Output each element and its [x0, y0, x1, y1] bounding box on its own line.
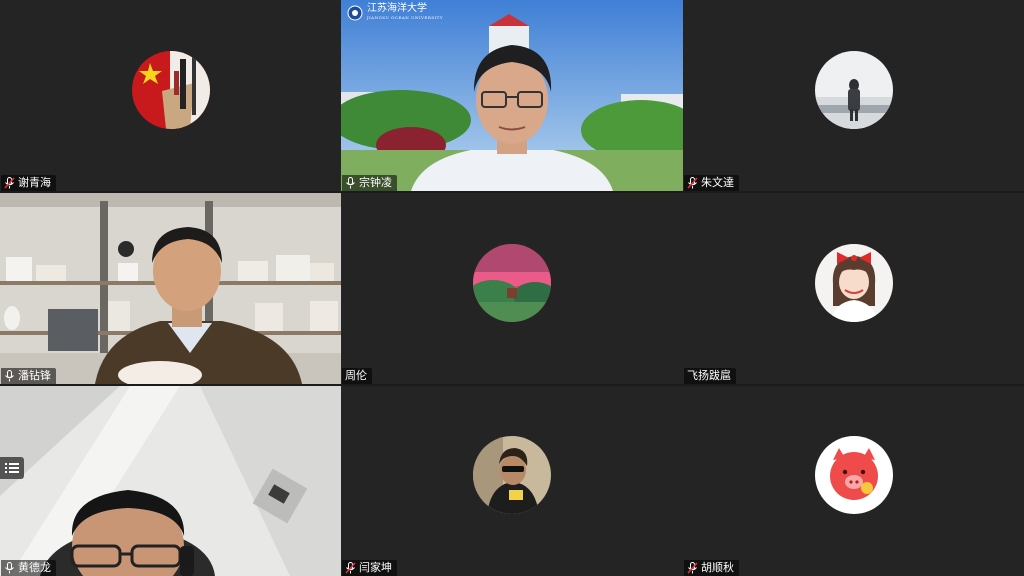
- participant-name: 谢青海: [18, 176, 51, 189]
- participant-tile-8[interactable]: 闫家坤: [341, 386, 683, 576]
- school-name: 江苏海洋大学: [367, 3, 427, 14]
- video-feed: [0, 386, 341, 576]
- microphone-muted-icon: [687, 177, 698, 189]
- participant-avatar: [814, 50, 893, 129]
- participant-name: 飞扬跋扈: [687, 369, 731, 382]
- microphone-icon: [5, 562, 14, 574]
- participant-tile-6[interactable]: 飞扬跋扈: [683, 193, 1024, 384]
- participant-name: 黄德龙: [18, 561, 51, 574]
- name-tag: 胡顺秋: [684, 560, 739, 576]
- name-tag: 朱文達: [684, 175, 739, 191]
- name-tag: 谢青海: [1, 175, 56, 191]
- school-english-name: JIANGSU OCEAN UNIVERSITY: [367, 15, 443, 20]
- name-tag: 周伦: [342, 368, 372, 384]
- school-logo-banner: 江苏海洋大学 JIANGSU OCEAN UNIVERSITY: [347, 4, 443, 22]
- participant-tile-7[interactable]: 黄德龙: [0, 386, 341, 576]
- participant-list-menu-button[interactable]: [0, 457, 24, 479]
- participant-tile-4[interactable]: 潘钻锋: [0, 193, 341, 384]
- participant-tile-1[interactable]: 谢青海: [0, 0, 341, 191]
- participant-name: 宗钟凌: [359, 176, 392, 189]
- list-menu-icon: [5, 463, 19, 473]
- participant-name: 胡顺秋: [701, 561, 734, 574]
- video-grid: 谢青海 江苏海洋大学 JIANGSU OCEAN UNIVERSITY 宗钟凌 …: [0, 0, 1024, 576]
- name-tag: 黄德龙: [1, 560, 56, 576]
- participant-tile-5[interactable]: 周伦: [341, 193, 683, 384]
- name-tag: 闫家坤: [342, 560, 397, 576]
- participant-avatar: [473, 436, 551, 515]
- participant-tile-2[interactable]: 江苏海洋大学 JIANGSU OCEAN UNIVERSITY 宗钟凌: [341, 0, 683, 191]
- video-feed: [341, 0, 683, 191]
- participant-avatar: [814, 436, 893, 515]
- microphone-muted-icon: [345, 562, 356, 574]
- participant-avatar: [131, 50, 210, 129]
- name-tag: 潘钻锋: [1, 368, 56, 384]
- participant-name: 周伦: [345, 369, 367, 382]
- participant-tile-3[interactable]: 朱文達: [683, 0, 1024, 191]
- participant-avatar: [473, 243, 551, 322]
- microphone-muted-icon: [4, 177, 15, 189]
- participant-name: 潘钻锋: [18, 369, 51, 382]
- name-tag: 宗钟凌: [342, 175, 397, 191]
- participant-name: 闫家坤: [359, 561, 392, 574]
- participant-tile-9[interactable]: 胡顺秋: [683, 386, 1024, 576]
- microphone-muted-icon: [687, 562, 698, 574]
- microphone-icon: [5, 370, 14, 382]
- name-tag: 飞扬跋扈: [684, 368, 736, 384]
- microphone-icon: [346, 177, 355, 189]
- participant-avatar: [814, 243, 893, 322]
- video-feed: [0, 193, 341, 384]
- participant-name: 朱文達: [701, 176, 734, 189]
- school-seal-icon: [347, 5, 363, 21]
